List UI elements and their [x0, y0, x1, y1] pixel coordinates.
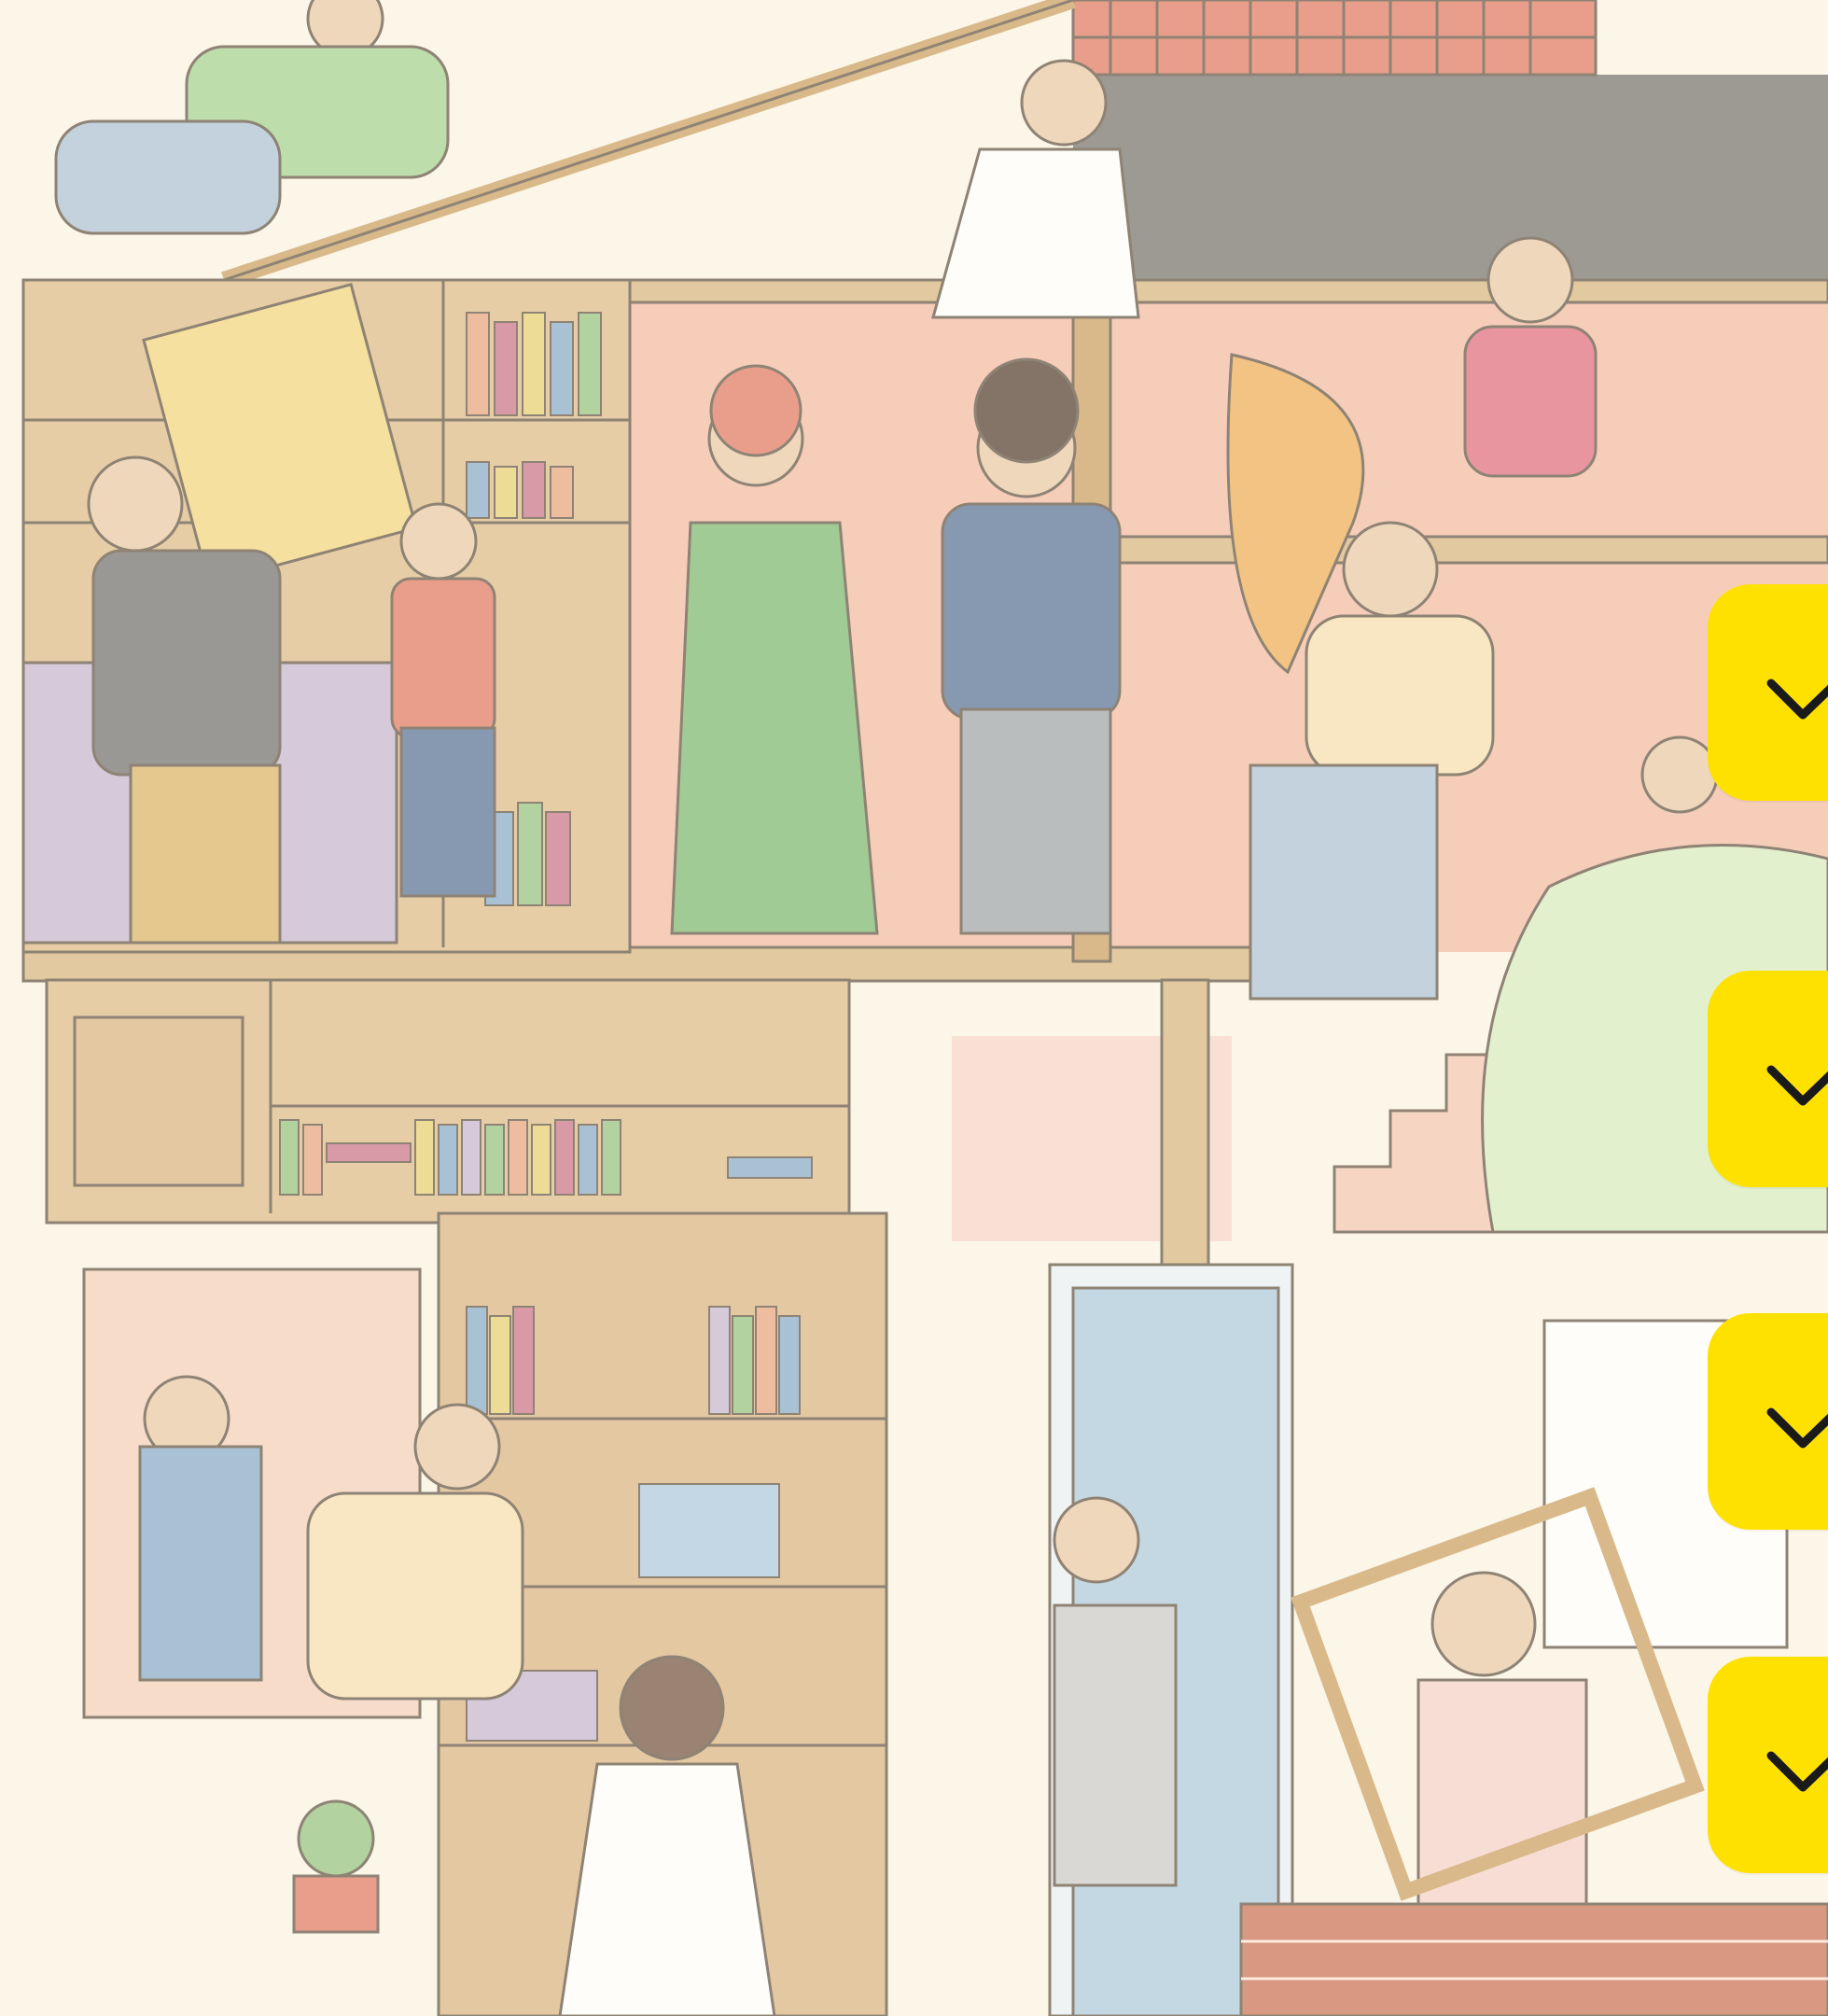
bookshelf-middle-left	[45, 978, 851, 1225]
checkmark-icon	[1766, 1407, 1828, 1449]
illustration-scene	[0, 0, 1828, 2016]
roof-tiles	[1071, 0, 1598, 77]
loft-floor	[1071, 535, 1828, 565]
attic-dark-wall	[1073, 75, 1828, 289]
checkmark-icon	[1766, 679, 1828, 720]
checkmark-button-3[interactable]	[1708, 1313, 1828, 1530]
checkmark-button-2[interactable]	[1708, 971, 1828, 1187]
checkmark-icon	[1766, 1751, 1828, 1792]
storage-box	[638, 1483, 780, 1578]
checkmark-button-4[interactable]	[1708, 1657, 1828, 1873]
brick-wall	[1239, 1902, 1828, 2016]
checkmark-button-1[interactable]	[1708, 584, 1828, 801]
checkmark-icon	[1766, 1065, 1828, 1106]
